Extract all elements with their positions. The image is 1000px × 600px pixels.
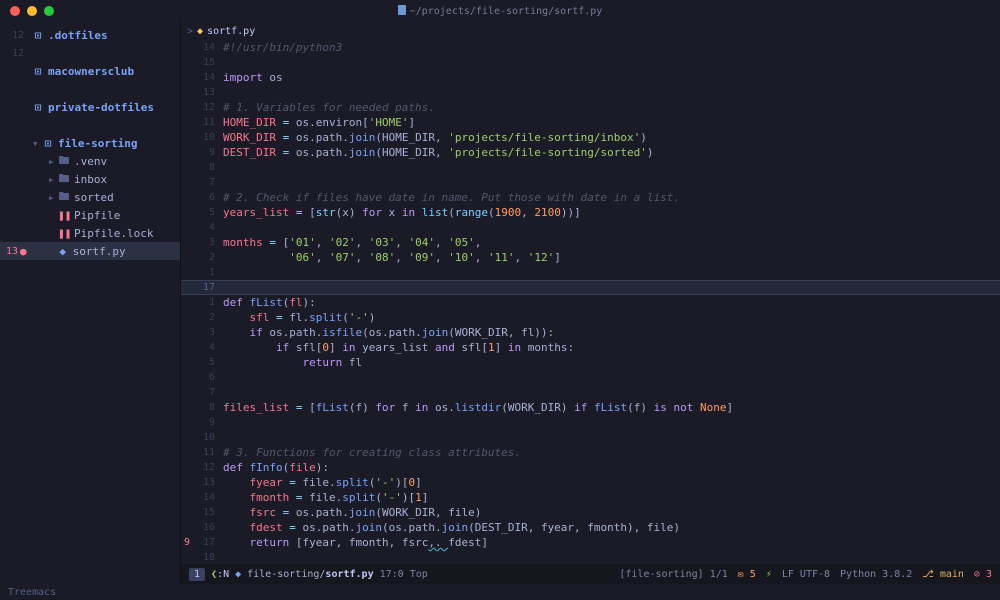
- code-line[interactable]: 2 sfl = fl.split('-'): [181, 310, 1000, 325]
- editor[interactable]: > ◆ sortf.py 14#!/usr/bin/python31514imp…: [180, 22, 1000, 584]
- code-line[interactable]: 1: [181, 265, 1000, 280]
- tree-item[interactable]: 12: [0, 44, 180, 62]
- code-line[interactable]: 7: [181, 385, 1000, 400]
- encoding: LF UTF-8: [782, 569, 830, 580]
- code-line[interactable]: 9: [181, 415, 1000, 430]
- code-line[interactable]: 9DEST_DIR = os.path.join(HOME_DIR, 'proj…: [181, 145, 1000, 160]
- code-line[interactable]: 16 fdest = os.path.join(os.path.join(DES…: [181, 520, 1000, 535]
- major-mode[interactable]: Python 3.8.2: [840, 569, 912, 580]
- dir-icon: 🖿: [58, 170, 70, 189]
- py-icon: ◆: [57, 245, 69, 258]
- breadcrumb: > ◆ sortf.py: [181, 22, 1000, 40]
- tree-item[interactable]: ▸🖿.venv: [0, 152, 180, 170]
- code-line[interactable]: 18: [181, 550, 1000, 564]
- tree-item[interactable]: 13 ● ◆sortf.py: [0, 242, 180, 260]
- code-line[interactable]: 6# 2. Check if files have date in name. …: [181, 190, 1000, 205]
- code-line[interactable]: 5years_list = [str(x) for x in list(rang…: [181, 205, 1000, 220]
- priv-icon: ⊡: [32, 101, 44, 114]
- code-line[interactable]: 5 return fl: [181, 355, 1000, 370]
- code-line[interactable]: 12def fInfo(file):: [181, 460, 1000, 475]
- code-line[interactable]: 12# 1. Variables for needed paths.: [181, 100, 1000, 115]
- pip-icon: ❚❚: [58, 227, 70, 240]
- tree-item[interactable]: ▾⊡file-sorting: [0, 134, 180, 152]
- tree-item[interactable]: ⊡macownersclub: [0, 62, 180, 80]
- code-line[interactable]: 14import os: [181, 70, 1000, 85]
- pip-icon: ❚❚: [58, 209, 70, 222]
- code-line[interactable]: 17: [181, 280, 1000, 295]
- tree-item[interactable]: ❚❚Pipfile: [0, 206, 180, 224]
- flycheck-ok-icon: ⚡: [766, 569, 772, 580]
- window-number: 1: [189, 568, 205, 581]
- tree-item[interactable]: 12⊡.dotfiles: [0, 26, 180, 44]
- tree-item[interactable]: ▸🖿inbox: [0, 170, 180, 188]
- code-line[interactable]: 4: [181, 220, 1000, 235]
- titlebar: ~/projects/file-sorting/sortf.py: [0, 0, 1000, 22]
- code-line[interactable]: 3months = ['01', '02', '03', '04', '05',: [181, 235, 1000, 250]
- git-branch-icon[interactable]: ⎇ main: [922, 569, 964, 580]
- modeline: 1 ❮:N ◆ file-sorting/sortf.py 17:0 Top […: [181, 564, 1000, 584]
- dotfiles-icon: ⊡: [32, 29, 44, 42]
- dir-icon: 🖿: [58, 188, 70, 207]
- code-line[interactable]: 10WORK_DIR = os.path.join(HOME_DIR, 'pro…: [181, 130, 1000, 145]
- mac-icon: ⊡: [32, 65, 44, 78]
- sidebar-label: Treemacs: [0, 587, 180, 598]
- code-line[interactable]: 6: [181, 370, 1000, 385]
- dir-icon: 🖿: [58, 152, 70, 171]
- code-area[interactable]: 14#!/usr/bin/python31514import os1312# 1…: [181, 40, 1000, 564]
- code-line[interactable]: 15 fsrc = os.path.join(WORK_DIR, file): [181, 505, 1000, 520]
- tree-item[interactable]: ❚❚Pipfile.lock: [0, 224, 180, 242]
- code-line[interactable]: 10: [181, 430, 1000, 445]
- tree-item[interactable]: [0, 116, 180, 134]
- code-line[interactable]: 13 fyear = file.split('-')[0]: [181, 475, 1000, 490]
- code-line[interactable]: 8: [181, 160, 1000, 175]
- code-line[interactable]: 14#!/usr/bin/python3: [181, 40, 1000, 55]
- fs-icon: ⊡: [42, 137, 54, 150]
- breadcrumb-file: sortf.py: [207, 26, 255, 37]
- code-line[interactable]: 3 if os.path.isfile(os.path.join(WORK_DI…: [181, 325, 1000, 340]
- error-count-icon[interactable]: ⊘ 3: [974, 569, 992, 580]
- code-line[interactable]: 13: [181, 85, 1000, 100]
- code-line[interactable]: 1def fList(fl):: [181, 295, 1000, 310]
- python-icon: ◆: [197, 26, 203, 37]
- code-line[interactable]: 2 '06', '07', '08', '09', '10', '11', '1…: [181, 250, 1000, 265]
- mail-icon[interactable]: ✉ 5: [738, 569, 756, 580]
- code-line[interactable]: 14 fmonth = file.split('-')[1]: [181, 490, 1000, 505]
- tree-item[interactable]: [0, 80, 180, 98]
- code-line[interactable]: 917 return [fyear, fmonth, fsrc,. fdest]: [181, 535, 1000, 550]
- treemacs-sidebar[interactable]: 12⊡.dotfiles12⊡macownersclub ⊡private-dot…: [0, 22, 180, 584]
- code-line[interactable]: 11# 3. Functions for creating class attr…: [181, 445, 1000, 460]
- cursor-position: 17:0 Top: [380, 569, 428, 580]
- tree-item[interactable]: ▸🖿sorted: [0, 188, 180, 206]
- minibuffer: Treemacs: [0, 584, 1000, 600]
- code-line[interactable]: 11HOME_DIR = os.environ['HOME']: [181, 115, 1000, 130]
- code-line[interactable]: 15: [181, 55, 1000, 70]
- python-mode-icon: ◆: [235, 569, 241, 580]
- code-line[interactable]: 8files_list = [fList(f) for f in os.list…: [181, 400, 1000, 415]
- window-title: ~/projects/file-sorting/sortf.py: [0, 5, 1000, 17]
- evil-state: ❮:N: [211, 569, 229, 580]
- tree-item[interactable]: ⊡private-dotfiles: [0, 98, 180, 116]
- code-line[interactable]: 4 if sfl[0] in years_list and sfl[1] in …: [181, 340, 1000, 355]
- code-line[interactable]: 7: [181, 175, 1000, 190]
